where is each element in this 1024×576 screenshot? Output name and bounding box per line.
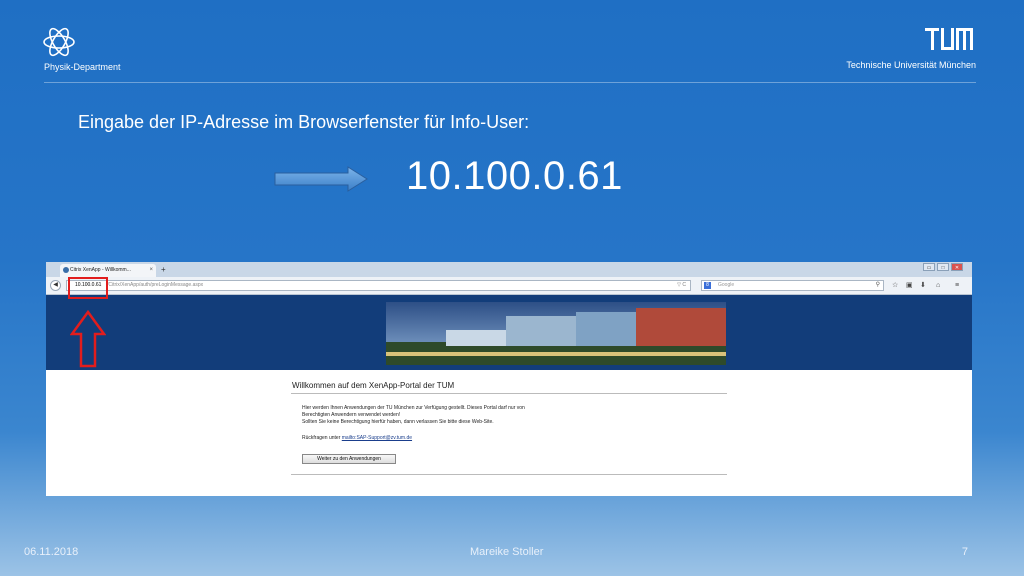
up-arrow-icon	[70, 310, 106, 368]
page-number: 7	[961, 546, 968, 558]
info-paragraph: Hier werden Ihnen Anwendungen der TU Mün…	[302, 405, 602, 426]
tab-title: Citrix XenApp - Willkomm...	[70, 267, 131, 273]
portal-content: Willkommen auf dem XenApp-Portal der TUM…	[46, 370, 972, 496]
proceed-button[interactable]: Weiter zu den Anwendungen	[302, 454, 396, 464]
department-name: Physik-Department	[44, 62, 121, 72]
browser-screenshot: Citrix XenApp - Willkomm... × + ▭ □ ✕ ◀ …	[46, 262, 972, 496]
menu-icon[interactable]: ≡	[955, 280, 959, 291]
address-bar[interactable]: 10.100.0.61 /Citrix/XenApp/auth/preLogin…	[66, 280, 691, 291]
download-icon[interactable]: ⬇	[920, 280, 926, 291]
browser-tab[interactable]: Citrix XenApp - Willkomm... ×	[60, 264, 156, 277]
back-arrow-icon[interactable]: ◀	[50, 280, 61, 291]
home-icon[interactable]: ⌂	[936, 280, 940, 291]
close-window-button[interactable]: ✕	[951, 263, 963, 271]
info-line: Hier werden Ihnen Anwendungen der TU Mün…	[302, 405, 525, 411]
campus-photo	[386, 302, 726, 365]
divider	[291, 474, 727, 475]
url-path: /Citrix/XenApp/auth/preLoginMessage.aspx	[107, 282, 204, 288]
tum-logo-icon	[925, 28, 973, 50]
star-icon[interactable]: ☆	[892, 280, 898, 291]
browser-tabbar: Citrix XenApp - Willkomm... × + ▭ □ ✕	[46, 262, 972, 277]
new-tab-button[interactable]: +	[161, 264, 166, 275]
info-line: Sollten Sie keine Berechtigung hierfür h…	[302, 419, 494, 425]
search-placeholder: Google	[718, 282, 735, 288]
tab-close-icon[interactable]: ×	[149, 264, 153, 277]
search-bar[interactable]: 8 Google ⚲	[701, 280, 884, 291]
divider	[291, 393, 727, 394]
portal-banner	[46, 295, 972, 370]
university-name: Technische Universität München	[846, 60, 976, 70]
google-engine-icon[interactable]: 8	[704, 282, 711, 289]
citrix-favicon-icon	[63, 267, 69, 273]
maximize-button[interactable]: □	[937, 263, 949, 271]
right-arrow-icon	[274, 166, 368, 192]
info-line: Berechtigten Anwendern verwendet werden!	[302, 412, 401, 418]
reload-icon[interactable]: ▽ C	[677, 281, 686, 290]
contact-prefix: Rückfragen unter	[302, 435, 341, 441]
minimize-button[interactable]: ▭	[923, 263, 935, 271]
atom-logo-icon	[43, 27, 75, 57]
header-divider	[44, 82, 976, 83]
footer-author: Mareike Stoller	[470, 546, 544, 558]
welcome-title: Willkommen auf dem XenApp-Portal der TUM	[292, 381, 455, 390]
support-email-link[interactable]: mailto:SAP-Support@zv.tum.de	[342, 435, 412, 441]
browser-toolbar: ◀ 10.100.0.61 /Citrix/XenApp/auth/preLog…	[46, 277, 972, 295]
slide-heading: Eingabe der IP-Adresse im Browserfenster…	[78, 112, 530, 132]
footer-date: 06.11.2018	[24, 546, 79, 558]
ip-address-display: 10.100.0.61	[406, 154, 623, 198]
ip-highlight-box	[68, 277, 108, 299]
clipboard-icon[interactable]: ▣	[906, 280, 913, 291]
contact-line: Rückfragen unter mailto:SAP-Support@zv.t…	[302, 435, 412, 441]
search-icon[interactable]: ⚲	[876, 281, 880, 290]
